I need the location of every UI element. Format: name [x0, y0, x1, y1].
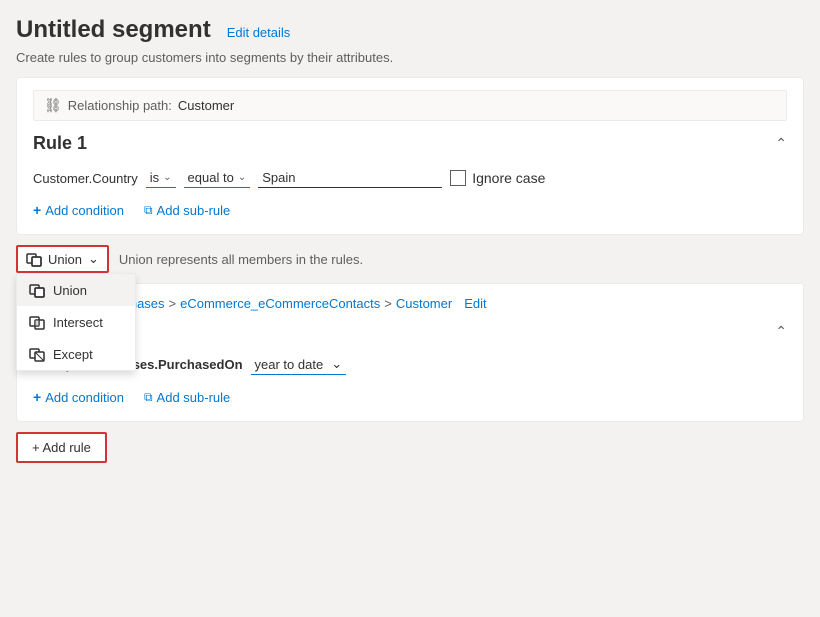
rule2-separator2: > [384, 296, 392, 311]
union-menu-item-intersect[interactable]: Intersect [17, 306, 135, 338]
union-dropdown-menu: Union Intersect Except [16, 273, 136, 371]
rule2-header: ⌃ [33, 323, 787, 340]
rule1-card: ⛓ Relationship path: Customer Rule 1 ⌃ C… [16, 77, 804, 235]
rule1-action-bar: + Add condition ⧉ Add sub-rule [33, 202, 787, 218]
rule2-attribute-bold: PurchasedOn [158, 357, 243, 372]
rule2-add-sub-rule-icon: ⧉ [144, 390, 153, 405]
rule1-header: Rule 1 ⌃ [33, 133, 787, 154]
intersect-menu-icon [29, 314, 45, 330]
rule2-add-condition-label: Add condition [45, 390, 124, 405]
except-menu-icon [29, 346, 45, 362]
rule2-action-bar: + Add condition ⧉ Add sub-rule [33, 389, 787, 405]
add-condition-plus-icon: + [33, 202, 41, 218]
add-sub-rule-icon: ⧉ [144, 203, 153, 218]
intersect-menu-label: Intersect [53, 315, 103, 330]
relationship-label: Relationship path: [68, 98, 172, 113]
rule1-ignore-case-label: Ignore case [472, 170, 545, 186]
rule1-attribute: Customer.Country [33, 171, 138, 186]
rule1-ignore-case-area: Ignore case [450, 170, 545, 186]
add-sub-rule-label: Add sub-rule [157, 203, 231, 218]
relationship-value: Customer [178, 98, 234, 113]
union-dropdown-button[interactable]: Union ⌄ [16, 245, 109, 273]
rule1-add-sub-rule-button[interactable]: ⧉ Add sub-rule [144, 203, 230, 218]
rule1-comparator-value: equal to [188, 170, 234, 185]
rule2-add-sub-rule-label: Add sub-rule [157, 390, 231, 405]
rule2-add-condition-plus-icon: + [33, 389, 41, 405]
rule2-condition-row: PoS_posPurchases.PurchasedOn year to dat… [33, 354, 787, 375]
union-menu-item-union[interactable]: Union [17, 274, 135, 306]
rule1-value-input[interactable] [258, 168, 442, 188]
union-menu-union-icon [29, 282, 45, 298]
rule1-title: Rule 1 [33, 133, 87, 154]
relationship-icon: ⛓ [44, 97, 62, 114]
rule2-edit-link[interactable]: Edit [464, 296, 486, 311]
add-condition-label: Add condition [45, 203, 124, 218]
rule1-condition-row: Customer.Country is ⌄ equal to ⌄ Ignore … [33, 168, 787, 188]
rule1-collapse-icon[interactable]: ⌃ [775, 135, 787, 152]
rule2-collapse-icon[interactable]: ⌃ [775, 323, 787, 340]
rule1-comparator-dropdown[interactable]: equal to ⌄ [184, 168, 251, 188]
union-chevron-icon: ⌄ [88, 251, 99, 267]
rule2-path-part2[interactable]: eCommerce_eCommerceContacts [180, 296, 380, 311]
rule2-path-part3[interactable]: Customer [396, 296, 452, 311]
except-menu-label: Except [53, 347, 93, 362]
rule2-separator1: > [169, 296, 177, 311]
union-menu-union-label: Union [53, 283, 87, 298]
union-menu-item-except[interactable]: Except [17, 338, 135, 370]
rule2-relationship-path-row: th. PoS_posPurchases > eCommerce_eCommer… [33, 296, 787, 311]
edit-details-link[interactable]: Edit details [227, 25, 291, 40]
relationship-bar: ⛓ Relationship path: Customer [33, 90, 787, 121]
rule2-ytd-chevron: ⌄ [331, 356, 342, 372]
add-rule-button[interactable]: + Add rule [16, 432, 107, 463]
page-subtitle: Create rules to group customers into seg… [16, 50, 804, 65]
rule2-add-sub-rule-button[interactable]: ⧉ Add sub-rule [144, 390, 230, 405]
union-button-icon [26, 251, 42, 267]
union-button-label: Union [48, 252, 82, 267]
rule1-comparator-chevron: ⌄ [238, 172, 246, 183]
union-dropdown-wrapper: Union ⌄ Union Intersect [16, 245, 109, 273]
rule2-ytd-dropdown[interactable]: year to date ⌄ [251, 354, 347, 375]
rule2-add-condition-button[interactable]: + Add condition [33, 389, 124, 405]
rule2-ytd-value: year to date [255, 357, 324, 372]
rule1-operator-chevron: ⌄ [163, 172, 171, 183]
rule1-add-condition-button[interactable]: + Add condition [33, 202, 124, 218]
operator-row: Union ⌄ Union Intersect [16, 245, 804, 273]
rule1-operator-dropdown[interactable]: is ⌄ [146, 168, 176, 188]
page-title: Untitled segment [16, 16, 211, 44]
union-hint-text: Union represents all members in the rule… [119, 252, 363, 267]
rule1-ignore-case-checkbox[interactable] [450, 170, 466, 186]
add-rule-label: + Add rule [32, 440, 91, 455]
rule1-operator-value: is [150, 170, 159, 185]
